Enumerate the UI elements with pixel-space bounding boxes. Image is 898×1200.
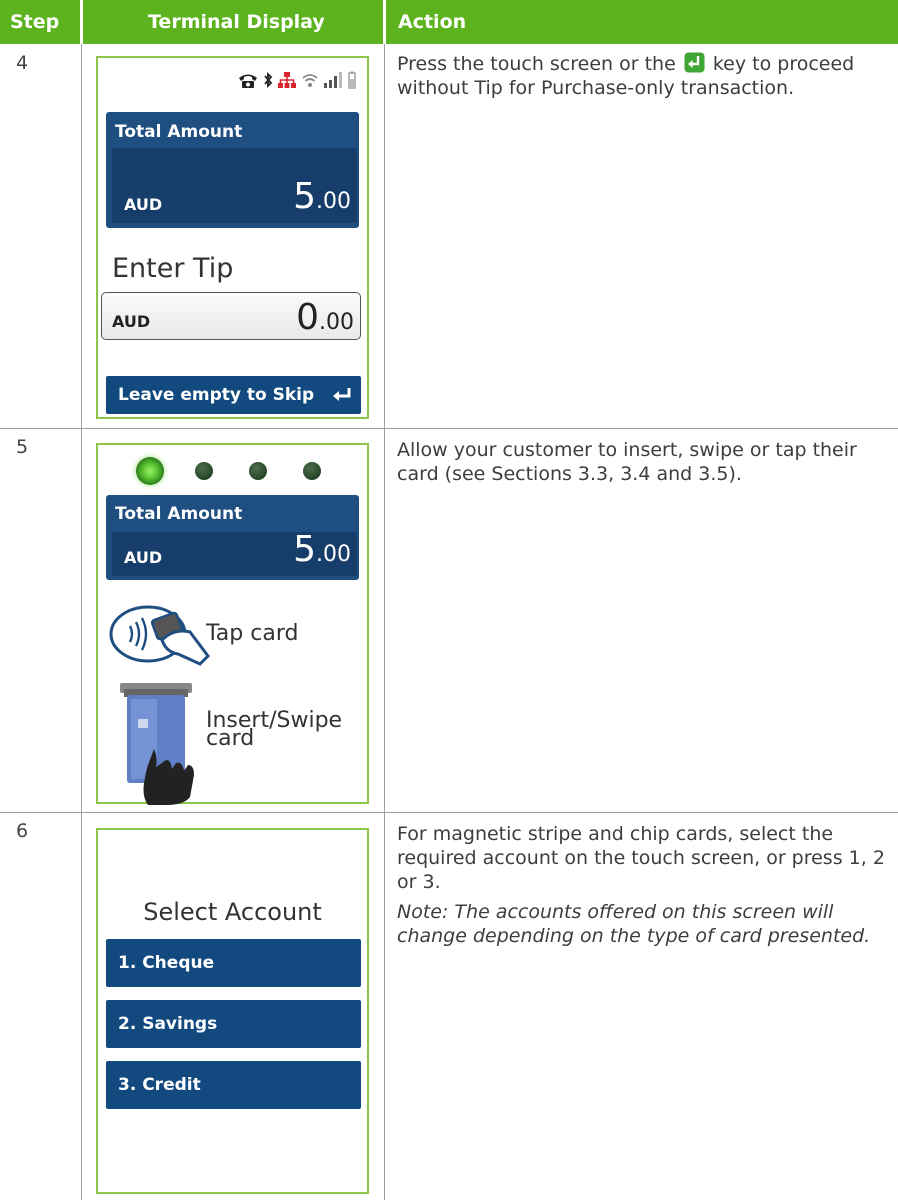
action-paragraph: For magnetic stripe and chip cards, sele… (397, 823, 885, 893)
insert-swipe-label: Insert/Swipe card (206, 710, 342, 750)
currency-label: AUD (124, 548, 163, 567)
insert-swipe-card-icon (120, 683, 194, 805)
action-text: Allow your customer to insert, swipe or … (397, 438, 887, 492)
amount-decimal: .00 (316, 542, 351, 567)
status-bar (237, 67, 357, 89)
total-amount-panel: Total Amount AUD 5.00 (106, 112, 359, 228)
header-divider (383, 0, 386, 44)
progress-dot-active (136, 457, 164, 485)
progress-dot (249, 462, 267, 480)
row-divider (0, 428, 898, 429)
terminal-screen-tip: Total Amount AUD 5.00 Enter Tip AUD 0.00… (96, 56, 369, 419)
tip-input-field[interactable]: AUD 0.00 (101, 292, 361, 340)
network-icon (278, 72, 296, 88)
enter-tip-label: Enter Tip (112, 253, 234, 284)
tip-currency-label: AUD (112, 312, 151, 331)
enter-icon (333, 388, 351, 401)
total-amount-value-box: AUD 5.00 (112, 529, 357, 576)
wifi-icon (302, 74, 318, 87)
terminal-screen-card-entry: Total Amount AUD 5.00 Tap card Insert/Sw… (96, 443, 369, 805)
progress-dot (303, 462, 321, 480)
amount-integer: 5 (293, 176, 316, 217)
account-option-label: 3. Credit (118, 1075, 201, 1095)
skip-button-label: Leave empty to Skip (118, 385, 315, 405)
terminal-screen-select-account: Select Account 1. Cheque 2. Savings 3. C… (96, 828, 369, 1194)
total-amount-label: Total Amount (115, 504, 243, 524)
account-option-savings[interactable]: 2. Savings (106, 1000, 361, 1048)
step-number: 4 (16, 52, 29, 74)
select-account-title: Select Account (143, 898, 322, 926)
step-number: 6 (16, 820, 29, 842)
total-amount-label: Total Amount (115, 122, 243, 142)
progress-dot (195, 462, 213, 480)
account-option-label: 1. Cheque (118, 953, 215, 973)
account-option-credit[interactable]: 3. Credit (106, 1061, 361, 1109)
total-amount-value-box: AUD 5.00 (112, 148, 357, 223)
account-option-label: 2. Savings (118, 1014, 218, 1034)
total-amount-value: 5.00 (293, 176, 351, 217)
signal-icon (324, 72, 342, 88)
header-divider (80, 0, 83, 44)
header-step: Step (10, 11, 60, 33)
battery-icon (348, 71, 356, 89)
leave-empty-to-skip-button[interactable]: Leave empty to Skip (106, 376, 361, 414)
header-terminal-display: Terminal Display (148, 11, 325, 33)
currency-label: AUD (124, 195, 163, 214)
row-divider (0, 812, 898, 813)
tip-amount-value: 0.00 (296, 297, 354, 338)
action-text: For magnetic stripe and chip cards, sele… (397, 822, 887, 954)
column-divider (81, 44, 82, 1200)
action-text-part: Press the touch screen or the (397, 53, 676, 75)
step-number: 5 (16, 436, 29, 458)
total-amount-panel: Total Amount AUD 5.00 (106, 495, 359, 580)
contactless-tap-icon (109, 605, 210, 666)
tap-card-label: Tap card (206, 621, 299, 646)
amount-integer: 5 (293, 529, 316, 570)
column-divider (384, 44, 385, 1200)
amount-decimal: .00 (316, 189, 351, 214)
header-action: Action (398, 11, 467, 33)
enter-key-icon (684, 52, 705, 73)
table-header: Step Terminal Display Action (0, 0, 898, 44)
procedure-table: Step Terminal Display Action 4 Total Amo… (0, 0, 898, 1200)
amount-decimal: .00 (319, 310, 354, 335)
action-text: Press the touch screen or the key to pro… (397, 52, 887, 106)
action-paragraph: Allow your customer to insert, swipe or … (397, 439, 857, 485)
action-note: Note: The accounts offered on this scree… (397, 901, 871, 947)
account-option-cheque[interactable]: 1. Cheque (106, 939, 361, 987)
total-amount-value: 5.00 (293, 529, 351, 570)
amount-integer: 0 (296, 297, 319, 338)
phone-icon (239, 74, 257, 88)
bluetooth-icon (264, 71, 273, 89)
